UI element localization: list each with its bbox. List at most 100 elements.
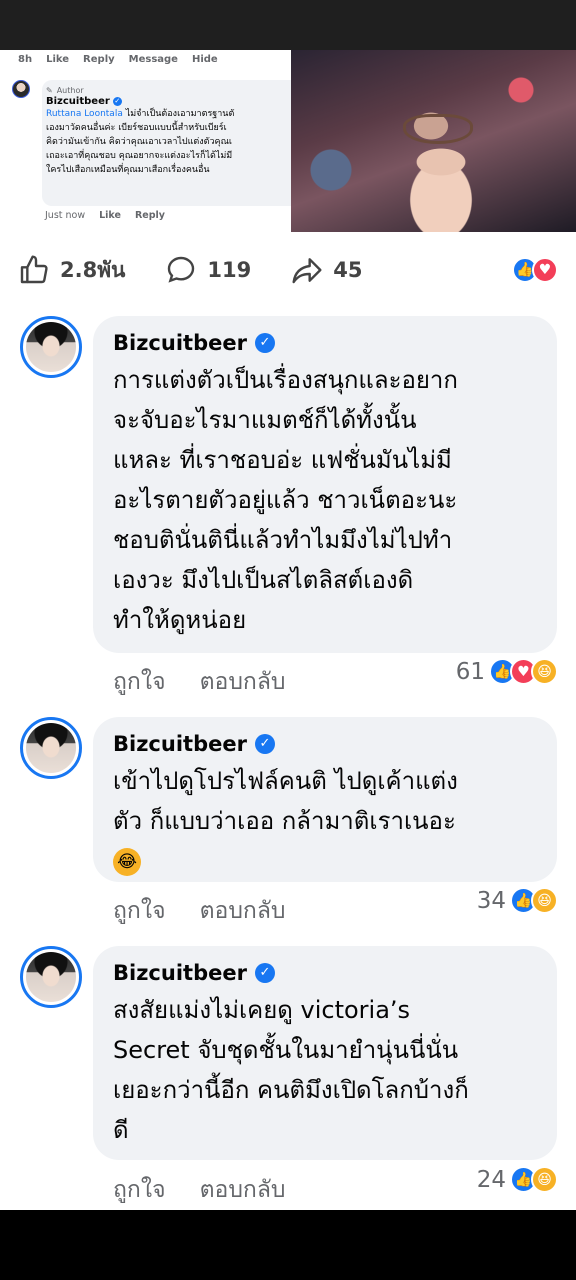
comment-line: ดี [113,1116,129,1144]
inner-comment-meta: 8h Like Reply Message Hide [18,54,218,65]
inner-message: Message [128,54,178,65]
avatar-image [26,952,76,1002]
reaction-icons: 👍 😆 [510,887,558,914]
comment-bubble: Bizcuitbeer ✓ เข้าไปดูโปรไฟล์คนติ ไปดูเค… [93,717,557,882]
comment-line: สงสัยแม่งไม่เคยดู victoria’s [113,996,411,1024]
inner-line: เถอะเอาที่คุณชอบ คุณอยากจะแต่งอะไรก็ได้ไ… [46,151,233,161]
avatar-image [26,723,76,773]
inner-author-name: Bizcuitbeer ✓ [46,96,296,107]
like-comment-button[interactable]: ถูกใจ [113,893,166,929]
like-comment-button[interactable]: ถูกใจ [113,1172,166,1208]
post-reactions[interactable]: 👍 ♥ [512,257,558,283]
inner-line: ใครไปเสือกเหมือนที่คุณมาเสือกเรื่องคนอื่… [46,165,210,175]
verified-icon: ✓ [254,333,275,353]
share-icon [292,258,322,284]
reaction-count: 34 [476,887,506,914]
comment-text: เข้าไปดูโปรไฟล์คนติ ไปดูเค้าแต่ง ตัว ก็แ… [113,761,539,881]
verified-icon: ✓ [254,963,275,983]
comment-reactions[interactable]: 24 👍 😆 [477,1166,558,1193]
comment-reactions[interactable]: 61 👍 ♥ 😆 [456,658,558,685]
comment-author[interactable]: Bizcuitbeer ✓ [113,729,539,759]
comment-line: อะไรตายตัวอยู่แล้ว ชาวเน็ตอะนะ [113,486,458,514]
comment-line: การแต่งตัวเป็นเรื่องสนุกและอยาก [113,366,458,394]
inner-footer-like: Like [99,210,121,221]
reply-comment-button[interactable]: ตอบกลับ [200,1172,286,1208]
inner-comment-bubble: ✎ Author Bizcuitbeer ✓ Ruttana Loontala … [42,80,302,206]
comment-author-name: Bizcuitbeer [113,331,247,355]
comment-actions: ถูกใจ ตอบกลับ [113,893,286,929]
inner-footer-time: Just now [45,210,86,221]
comment-line: ทำให้ดูหน่อย [113,606,247,634]
like-comment-button[interactable]: ถูกใจ [113,664,166,700]
inner-line: คิดว่ามันเข้ากัน คิดว่าคุณเอาเวลาไปแต่งต… [46,137,233,147]
status-bar [0,0,576,50]
comment-line: Secret จับชุดชั้นในมายำนุ่นนี่นั่น [113,1036,459,1064]
inner-line-text: ไม่จำเป็นต้องเอามาตรฐานตั [122,109,235,119]
comment-line: เยอะกว่านี้อีก คนติมึงเปิดโลกบ้างก็ [113,1076,469,1104]
comment-text: การแต่งตัวเป็นเรื่องสนุกและอยาก จะจับอะไ… [113,360,539,640]
reaction-count: 24 [476,1166,506,1193]
photo-detail [403,114,473,144]
love-reaction-icon: ♥ [532,257,558,283]
avatar[interactable] [20,717,82,779]
inner-author-tag: ✎ Author [46,86,296,95]
comment-line: แหละ ที่เราชอบอ่ะ แฟชั่นมันไม่มี [113,446,452,474]
inner-line: Ruttana Loontala ไม่จำเป็นต้องเอามาตรฐาน… [46,107,296,121]
inner-comment: ✎ Author Bizcuitbeer ✓ Ruttana Loontala … [12,76,302,226]
comment-author-name: Bizcuitbeer [113,961,247,985]
comment-count: 119 [207,258,252,282]
comment-author[interactable]: Bizcuitbeer ✓ [113,328,539,358]
comment-line: 😂 [113,841,539,881]
author-pen-icon: ✎ [46,86,53,95]
reply-comment-button[interactable]: ตอบกลับ [200,893,286,929]
haha-reaction-icon: 😆 [531,658,558,685]
like-count: 2.8พัน [60,257,126,282]
inner-hide: Hide [191,54,218,65]
haha-reaction-icon: 😆 [531,887,558,914]
reply-comment-button[interactable]: ตอบกลับ [200,664,286,700]
comment-stat[interactable]: 119 [165,254,251,286]
like-stat[interactable]: 2.8พัน [18,254,125,287]
inner-mention: Ruttana Loontala [46,109,123,119]
verified-icon: ✓ [254,734,275,754]
reaction-count: 61 [455,658,485,685]
post-image[interactable]: 8h Like Reply Message Hide ✎ Author Bizc… [0,50,576,232]
comment-line: เข้าไปดูโปรไฟล์คนติ ไปดูเค้าแต่ง [113,767,458,795]
share-stat[interactable]: 45 [291,254,362,286]
avatar-image [26,322,76,372]
comment-bubble: Bizcuitbeer ✓ สงสัยแม่งไม่เคยดู victoria… [93,946,557,1160]
inner-time: 8h [18,54,33,65]
thumbs-up-icon [20,255,48,284]
inner-comment-footer: Just now Like Reply [45,210,165,221]
haha-reaction-icon: 😆 [531,1166,558,1193]
avatar[interactable] [20,316,82,378]
comment-bubble: Bizcuitbeer ✓ การแต่งตัวเป็นเรื่องสนุกแล… [93,316,557,653]
comment-line: เองวะ มึงไปเป็นสไตลิสต์เองดิ [113,566,414,594]
verified-icon: ✓ [112,97,122,106]
laughing-emoji-icon: 😂 [113,848,141,876]
inner-reply: Reply [83,54,115,65]
inner-author-tag-label: Author [56,86,84,95]
comment-line: ชอบตินั่นตินี่แล้วทำไมมึงไม่ไปทำ [113,526,453,554]
inner-avatar [12,80,30,98]
post-stats-bar: 2.8พัน 119 45 👍 ♥ [18,250,558,290]
comment-line: จะจับอะไรมาแมตช์ก็ได้ทั้งนั้น [113,406,417,434]
comment-reactions[interactable]: 34 👍 😆 [477,887,558,914]
inner-line: เองมาวัดคนอื่นค่ะ เบียร์ชอบแบบนี้สำหรับเ… [46,123,227,133]
share-count: 45 [333,258,363,282]
inner-author-name-text: Bizcuitbeer [46,96,110,107]
inner-footer-reply: Reply [134,210,165,221]
reaction-icons: 👍 😆 [510,1166,558,1193]
inner-like: Like [46,54,70,65]
comment-actions: ถูกใจ ตอบกลับ [113,1172,286,1208]
comment-text: สงสัยแม่งไม่เคยดู victoria’s Secret จับช… [113,990,539,1150]
reaction-icons: 👍 ♥ 😆 [489,658,558,685]
comment-author[interactable]: Bizcuitbeer ✓ [113,958,539,988]
comment-actions: ถูกใจ ตอบกลับ [113,664,286,700]
comment-author-name: Bizcuitbeer [113,732,247,756]
avatar[interactable] [20,946,82,1008]
inner-comment-text: Ruttana Loontala ไม่จำเป็นต้องเอามาตรฐาน… [46,107,296,177]
comment-line: ตัว ก็แบบว่าเออ กล้ามาติเราเนอะ [113,807,456,835]
inner-photo [291,50,576,232]
comment-icon [168,256,195,283]
